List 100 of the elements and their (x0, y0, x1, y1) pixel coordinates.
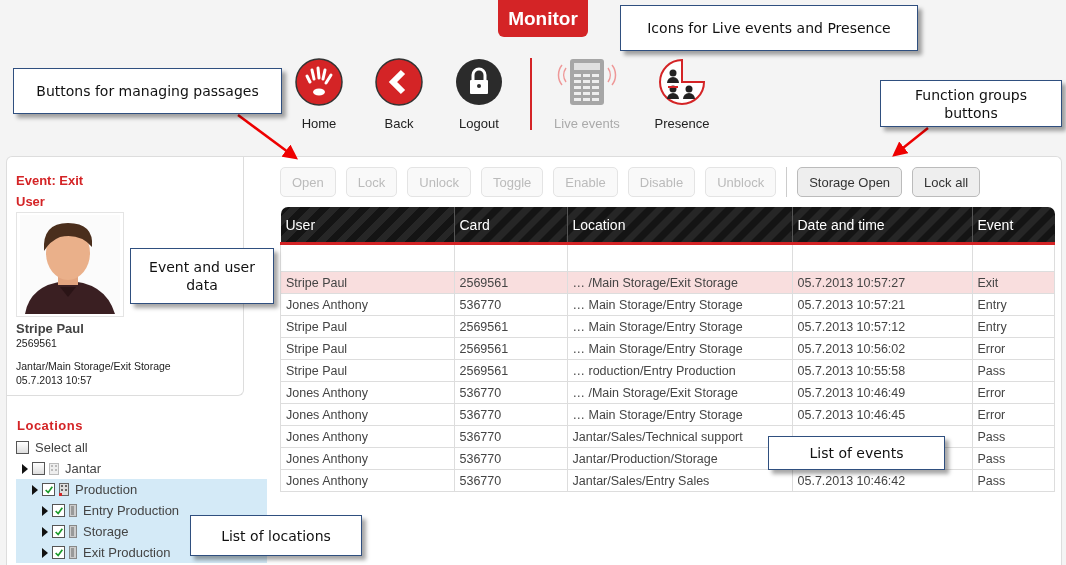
table-cell: Pass (977, 473, 1006, 488)
people-icon (658, 58, 706, 106)
tree-item[interactable]: Jantar (16, 458, 267, 479)
hand-icon (295, 58, 343, 106)
table-cell: … Main Storage/Entry Storage (572, 297, 743, 312)
table-cell: Exit (977, 275, 999, 290)
checkbox[interactable] (52, 546, 65, 559)
table-cell: 05.7.2013 10:57:27 (797, 275, 906, 290)
checkbox[interactable] (42, 483, 55, 496)
locations-heading: Locations (17, 418, 84, 433)
table-cell: … roduction/Entry Production (572, 363, 736, 378)
expand-arrow-icon[interactable] (42, 526, 48, 537)
table-cell: 05.7.2013 10:57:21 (797, 297, 906, 312)
table-cell: 536770 (459, 429, 502, 444)
group-button[interactable]: Lock all (912, 167, 981, 197)
table-cell: Jones Anthony (286, 429, 368, 444)
annotation-tooltip: Icons for Live events and Presence (620, 5, 918, 51)
table-cell: Jones Anthony (286, 297, 368, 312)
tree-item[interactable]: Entry Production (16, 500, 267, 521)
group-button[interactable]: Storage Open (797, 167, 903, 197)
door-icon (69, 546, 77, 559)
checkbox[interactable] (16, 441, 29, 454)
column-header[interactable]: Event (972, 207, 1055, 244)
table-cell: Stripe Paul (286, 341, 348, 356)
event-row[interactable]: Jones Anthony 536770 … Main Storage/Entry Storage 05.7.2013 10:57:21 Entry (280, 293, 1055, 316)
table-cell: Stripe Paul (286, 319, 348, 334)
table-cell: Error (977, 407, 1006, 422)
column-header[interactable]: User (280, 207, 454, 244)
table-cell: … Main Storage/Entry Storage (572, 319, 743, 334)
nav-button[interactable]: Logout (439, 58, 519, 131)
lock-icon (455, 58, 503, 106)
table-cell: 05.7.2013 10:55:58 (797, 363, 906, 378)
table-cell: 536770 (459, 451, 502, 466)
checkbox[interactable] (52, 504, 65, 517)
card-number: 2569561 (16, 336, 58, 350)
column-header[interactable]: Date and time (792, 207, 972, 244)
table-cell: Jantar/Production/Storage (572, 451, 718, 466)
table-cell: Entry (977, 319, 1007, 334)
event-row[interactable]: Stripe Paul 2569561 … Main Storage/Entry Storage 05.7.2013 10:56:02 Error (280, 337, 1055, 360)
annotation-tooltip: Buttons for managing passages (13, 68, 282, 114)
annotation-tooltip: List of locations (190, 515, 362, 556)
table-cell: 05.7.2013 10:46:42 (797, 473, 906, 488)
event-title: Event: Exit (16, 172, 85, 190)
expand-arrow-icon[interactable] (42, 505, 48, 516)
user-name: Stripe Paul (16, 321, 85, 336)
table-cell: 05.7.2013 10:46:49 (797, 385, 906, 400)
user-heading: User (16, 193, 46, 211)
table-cell: Jones Anthony (286, 473, 368, 488)
table-cell: 536770 (459, 385, 502, 400)
nav-button[interactable]: Back (359, 58, 439, 131)
column-header[interactable]: Location (567, 207, 792, 244)
annotation-tooltip: List of events (768, 436, 945, 470)
annotation-tooltip: Event and user data (130, 248, 274, 304)
table-cell: … Main Storage/Entry Storage (572, 407, 743, 422)
event-location: Jantar/Main Storage/Exit Storage (16, 359, 172, 373)
event-row[interactable]: Stripe Paul 2569561 … /Main Storage/Exit Storage 05.7.2013 10:57:27 Exit (280, 271, 1055, 294)
checkbox[interactable] (32, 462, 45, 475)
table-cell: … Main Storage/Entry Storage (572, 341, 743, 356)
event-row[interactable]: Stripe Paul 2569561 … Main Storage/Entry Storage 05.7.2013 10:57:12 Entry (280, 315, 1055, 338)
table-cell: Jones Anthony (286, 407, 368, 422)
table-cell: Pass (977, 363, 1006, 378)
event-time: 05.7.2013 10:57 (16, 373, 93, 387)
door-icon (69, 504, 77, 517)
tree-item[interactable]: Production (16, 479, 267, 500)
event-row[interactable]: Stripe Paul 2569561 … roduction/Entry Production 05.7.2013 10:55:58 Pass (280, 359, 1055, 382)
column-header[interactable]: Card (454, 207, 567, 244)
expand-arrow-icon[interactable] (22, 463, 28, 474)
table-cell: 536770 (459, 473, 502, 488)
table-cell: Pass (977, 451, 1006, 466)
table-cell: 2569561 (459, 275, 509, 290)
table-cell: Jantar/Sales/Entry Sales (572, 473, 710, 488)
table-cell: 536770 (459, 297, 502, 312)
arrow (237, 114, 299, 160)
arrow (892, 127, 929, 157)
table-cell: 05.7.2013 10:56:02 (797, 341, 906, 356)
table-cell: Jones Anthony (286, 451, 368, 466)
expand-arrow-icon[interactable] (42, 547, 48, 558)
table-cell: 2569561 (459, 363, 509, 378)
event-row[interactable]: Jones Anthony 536770 … /Main Storage/Exit Storage 05.7.2013 10:46:49 Error (280, 381, 1055, 404)
nav-button[interactable]: Home (279, 58, 359, 131)
calculator-icon (556, 58, 618, 106)
table-cell: Stripe Paul (286, 275, 348, 290)
checkbox[interactable] (52, 525, 65, 538)
event-row[interactable]: Jones Anthony 536770 … Main Storage/Entry Storage 05.7.2013 10:46:45 Error (280, 403, 1055, 426)
monitor-tab[interactable]: Monitor (498, 0, 588, 37)
table-cell: 05.7.2013 10:57:12 (797, 319, 906, 334)
table-cell: Stripe Paul (286, 363, 348, 378)
table-cell: 2569561 (459, 341, 509, 356)
nav-button[interactable]: Presence (642, 58, 722, 131)
building-icon (59, 483, 69, 496)
table-cell: … /Main Storage/Exit Storage (572, 275, 738, 290)
annotation-tooltip: Function groups buttons (880, 80, 1062, 127)
table-cell: Jantar/Sales/Technical support (572, 429, 743, 444)
table-cell: 536770 (459, 407, 502, 422)
expand-arrow-icon[interactable] (32, 484, 38, 495)
table-cell: Pass (977, 429, 1006, 444)
table-cell: Error (977, 385, 1006, 400)
select-all-label[interactable]: Select all (35, 440, 88, 455)
door-icon (69, 525, 77, 538)
table-cell: Jones Anthony (286, 385, 368, 400)
